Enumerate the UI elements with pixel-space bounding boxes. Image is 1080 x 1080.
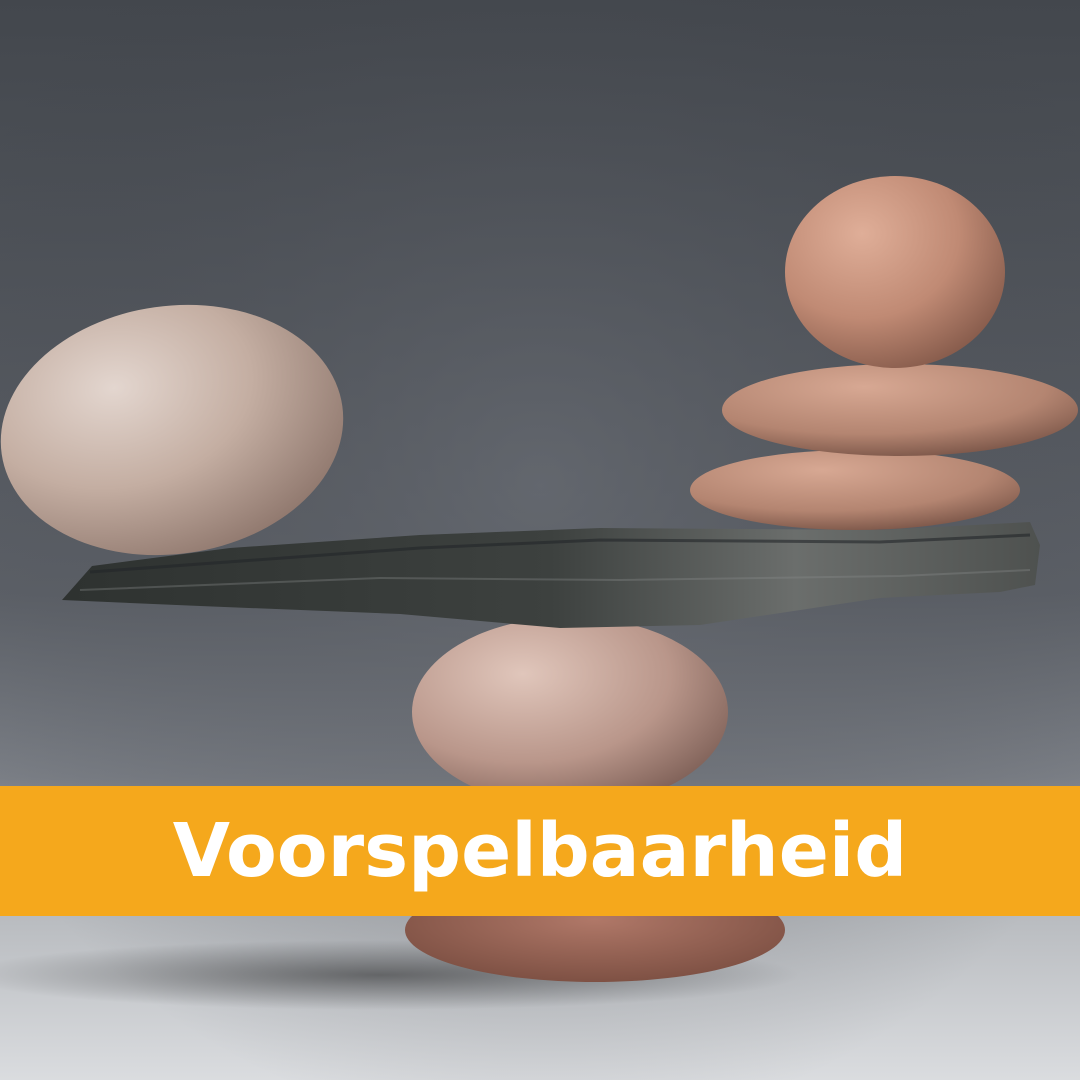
stone-pivot [412,617,728,807]
stone-flat-lower [690,450,1020,530]
stone-flat-upper [722,364,1078,456]
stone-top [785,176,1005,368]
banner-title: Voorspelbaarheid [172,808,908,894]
title-banner: Voorspelbaarheid [0,786,1080,916]
balanced-stones-photo [0,0,1080,1080]
